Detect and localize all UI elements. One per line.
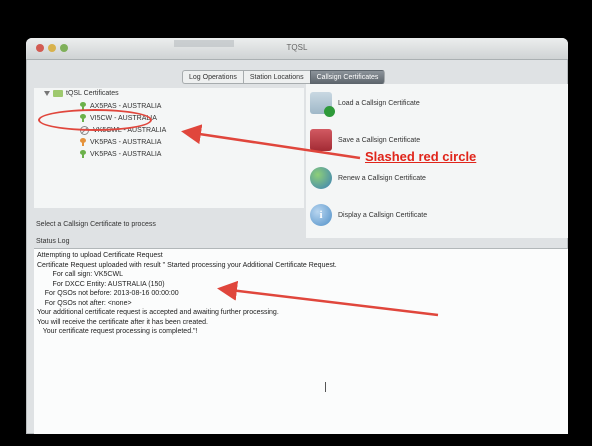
log-line: Attempting to upload Certificate Request: [37, 252, 163, 259]
annotation-label: Slashed red circle: [365, 149, 477, 164]
log-line: For call sign: VK5CWL: [37, 271, 123, 278]
tab-log-operations[interactable]: Log Operations: [182, 70, 243, 84]
folder-icon: [53, 90, 63, 97]
renew-certificate-icon: [310, 167, 332, 189]
load-certificate-button[interactable]: Load a Callsign Certificate: [310, 92, 420, 117]
title-bar: TQSL: [26, 38, 568, 60]
certificate-item[interactable]: VK5PAS - AUSTRALIA: [80, 138, 161, 146]
certificate-label: VK5PAS - AUSTRALIA: [90, 150, 162, 158]
load-certificate-icon: [310, 92, 335, 117]
tab-station-locations[interactable]: Station Locations: [242, 70, 310, 84]
load-certificate-label: Load a Callsign Certificate: [338, 99, 420, 107]
save-certificate-icon: [310, 129, 332, 151]
certificate-tree: tQSL Certificates AX5PAS - AUSTRALIA VI5…: [34, 88, 304, 208]
key-icon: [80, 138, 86, 146]
key-icon: [80, 150, 86, 158]
annotation-ellipse: [38, 109, 152, 131]
display-certificate-label: Display a Callsign Certificate: [338, 211, 428, 219]
text-cursor-icon: [325, 382, 326, 392]
tab-callsign-certificates[interactable]: Callsign Certificates: [309, 70, 386, 84]
log-line: Your certificate request processing is c…: [37, 328, 198, 335]
log-line: Certificate Request uploaded with result…: [37, 261, 337, 269]
tree-root-label: tQSL Certificates: [66, 90, 119, 97]
save-certificate-label: Save a Callsign Certificate: [338, 136, 421, 144]
display-certificate-button[interactable]: i Display a Callsign Certificate: [310, 204, 427, 226]
certificate-item[interactable]: VK5PAS - AUSTRALIA: [80, 150, 161, 158]
log-line: For DXCC Entity: AUSTRALIA (150): [37, 280, 165, 288]
status-log[interactable]: Attempting to upload Certificate Request…: [34, 249, 568, 434]
tab-bar: Log Operations Station Locations Callsig…: [182, 70, 386, 84]
certificate-label: VK5PAS - AUSTRALIA: [90, 138, 162, 146]
log-line: For QSOs not before: 2013-08-16 00:00:00: [37, 290, 179, 297]
status-log-header: Status Log: [34, 238, 568, 249]
select-hint: Select a Callsign Certificate to process: [36, 221, 156, 228]
save-certificate-button[interactable]: Save a Callsign Certificate: [310, 129, 420, 151]
renew-certificate-button[interactable]: Renew a Callsign Certificate: [310, 167, 426, 189]
display-certificate-icon: i: [310, 204, 332, 226]
log-line: Your additional certificate request is a…: [37, 309, 279, 316]
log-line: You will receive the certificate after i…: [37, 318, 208, 326]
disclosure-triangle-icon[interactable]: [44, 91, 50, 96]
window-title: TQSL: [286, 43, 308, 52]
tqsl-window: TQSL Log Operations Station Locations Ca…: [26, 38, 568, 434]
tree-root[interactable]: tQSL Certificates: [44, 90, 119, 97]
renew-certificate-label: Renew a Callsign Certificate: [338, 174, 426, 182]
log-line: For QSOs not after: <none>: [37, 299, 132, 307]
